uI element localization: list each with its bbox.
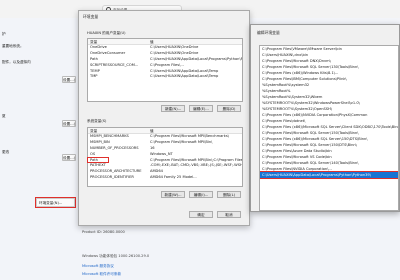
path-entry-text: C:\Program Files\Microsoft SQL Server\15… [262,131,359,135]
path-entry-text: C:\Program Files\IBM\Computer Solutions\… [262,77,347,81]
path-entry-text: %SystemRoot%\system32 [262,83,310,87]
left-text-2: 重要地系统。 [2,44,24,48]
system-edit-button[interactable]: 编辑(I)... [189,191,213,198]
path-entry-text: C:\Program Files\Microsoft SQL Server\13… [262,65,359,69]
env-ok-button[interactable]: 确定 [189,211,213,218]
path-entry-text: C:\Program Files (x86)\Microsoft SQL Ser… [262,125,398,129]
left-text-1: 护 [2,32,6,36]
path-entry[interactable]: C:\Program Files (x86)\Microsoft SQL Ser… [260,124,398,130]
system-vars-label: 系统变量(S) [87,119,107,123]
path-entry-text: %SystemRoot% [262,89,291,93]
system-var-row[interactable]: PROCESSOR_IDENTIFIER AMD64 Family 25 Mode… [88,174,242,180]
user-vars-label: HUAXIN 的用户变量(U) [87,31,126,35]
product-id-text: Product ID: 26080-0000 [82,230,125,234]
path-entry-text: C:\Program Files (x86)\Microsoft SQL Ser… [262,137,368,141]
path-entry-text: C:\Program Files (x86)\NVIDIA Corporatio… [262,113,368,117]
service-agreement-link[interactable]: Microsoft 服务协议 [82,264,114,269]
performance-settings-button[interactable]: 设置...(S) [62,76,76,83]
path-entry-text: %SYSTEMROOT%\System32\OpenSSH\ [262,107,332,111]
path-entry-text: C:\Program Files\Microsoft DNX\Dnvm\ [262,59,331,63]
path-entry-selected[interactable]: C:\Users\HUAXIN\AppData\Local\Programs\P… [260,171,398,179]
path-entry-text: C:\Program Files\Microsoft VS Code\bin [262,155,332,159]
env-window-title: 环境变量 [83,14,99,19]
edit-window-title: 编辑环境变量 [257,30,280,35]
system-delete-button[interactable]: 删除(L) [217,191,241,198]
build-text: Windows 功能体验包 1000.26100.29.0 [82,254,150,258]
highlight-env-button [35,197,76,208]
path-entries-list[interactable]: C:\Program Files\VMware\VMware Server\bi… [259,45,399,211]
env-cancel-button[interactable]: 取消 [217,211,241,218]
license-terms-link[interactable]: Microsoft 软件许可条款 [82,272,121,277]
path-entry-text: C:\Program Files (x86)\Windows Kits\8.1\… [262,71,339,75]
path-entry-text: %SystemRoot%\System32\Wbem [262,95,323,99]
path-entry-text: C:\Users\HUAXIN\.dnx\bin [262,53,309,57]
user-edit-button[interactable]: 编辑(E)... [189,105,213,112]
left-text-3: 配件，以及虚拟内 [2,60,31,64]
user-var-row[interactable]: TMP C:\Users\HUAXIN\AppData\Local\Temp [88,74,242,80]
user-new-button[interactable]: 新建(N)... [161,105,185,112]
highlight-path-row [87,157,109,163]
left-text-4: 夏 [2,114,6,118]
startup-settings-button[interactable]: 设置...(T) [62,154,76,161]
left-text-5: 更改 [2,150,10,154]
path-entry-text: C:\Program Files\Microsoft SQL Server\15… [262,143,357,147]
user-delete-button[interactable]: 删除(D) [217,105,241,112]
system-new-button[interactable]: 新建(W)... [161,191,185,198]
edit-env-var-window: 编辑环境变量 C:\Program Files\VMware\VMware Se… [250,24,400,212]
system-vars-list[interactable]: 变量 值 MSMPI_BENCHMARKS C:\Program Files\Mi… [87,127,243,187]
path-entry-text: C:\Program Files\Azure Data Studio\bin [262,149,332,153]
path-entry-text: C:\Program Files\dotnet\ [262,119,306,123]
profile-settings-button[interactable]: 设置...(E) [62,120,76,127]
path-entry-text: %SYSTEMROOT%\System32\WindowsPowerShell\… [262,101,360,105]
path-entry-text: C:\Program Files\Microsoft SQL Server\14… [262,161,359,165]
path-entry-text: C:\Program Files\VMware\VMware Server\bi… [262,47,342,51]
user-vars-list[interactable]: 变量 值 OneDrive C:\Users\HUAXIN\OneDrive On… [87,38,243,102]
environment-variables-window: 环境变量 HUAXIN 的用户变量(U) 变量 值 OneDrive C:\Use… [78,10,250,226]
path-entry-text: C:\Users\HUAXIN\AppData\Local\Programs\P… [262,173,371,177]
path-entry-text: C:\Program Files\NVIDIA Corporation\... [262,167,332,171]
